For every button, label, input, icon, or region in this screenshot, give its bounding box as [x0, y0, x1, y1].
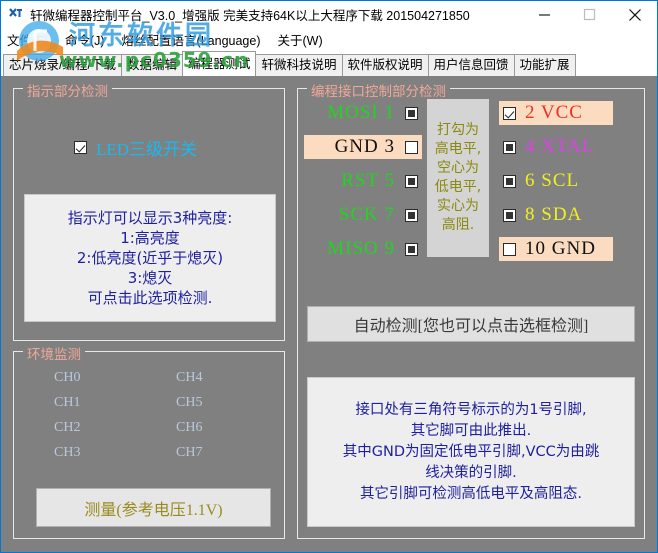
prog-info-line-5: 其它引脚可检测高低电平及高阻态. — [359, 485, 583, 502]
led-switch-checkbox[interactable] — [74, 141, 87, 154]
pin-note-line-6: 高阻. — [441, 217, 475, 233]
pin-note-line-4: 低电平, — [434, 179, 482, 195]
pin-row-miso9[interactable]: MISO 9 — [304, 237, 422, 261]
pin-checkbox-gnd10[interactable] — [503, 242, 516, 256]
close-icon — [628, 8, 641, 21]
channel-ch2: CH2 — [54, 420, 81, 435]
maximize-icon — [583, 8, 596, 21]
pin-label-sda8: 8 SDA — [525, 204, 583, 225]
tab-content-panel: 指示部分检测 LED三级开关 指示灯可以显示3种亮度: 1:高亮度 2:低亮度(… — [1, 76, 657, 552]
pin-label-xtal4: 4 XTAL — [525, 136, 595, 157]
menu-item-about[interactable]: 关于(W) — [278, 30, 323, 49]
programming-group-title: 编程接口控制部分检测 — [307, 80, 450, 100]
pin-label-gnd10: 10 GND — [525, 238, 596, 259]
measure-button[interactable]: 测量(参考电压1.1V) — [36, 488, 271, 527]
channel-ch0: CH0 — [54, 370, 81, 385]
tab-chip-burn[interactable]: 芯片烧录/编程/下载 — [3, 54, 122, 76]
tab-programmer-test[interactable]: 编程器测试 — [181, 51, 257, 76]
pin-label-sck7: SCK 7 — [338, 204, 395, 225]
pin-checkbox-vcc2[interactable] — [503, 106, 516, 120]
pin-checkbox-sda8[interactable] — [503, 208, 516, 222]
pin-label-miso9: MISO 9 — [327, 238, 395, 259]
pin-row-sda8[interactable]: 8 SDA — [499, 203, 613, 227]
minimize-button[interactable] — [522, 1, 567, 28]
pin-label-mosi1: MOSI 1 — [327, 102, 395, 123]
window-title: 轩微编程器控制平台_V3.0_增强版 完美支持64K以上大程序下载 201504… — [30, 9, 470, 23]
environment-group-title: 环境监测 — [23, 343, 85, 363]
channel-ch1: CH1 — [54, 395, 81, 410]
channel-ch5: CH5 — [176, 395, 203, 410]
pin-row-rst5[interactable]: RST 5 — [304, 169, 422, 193]
pin-note-line-5: 实心为 — [437, 198, 479, 214]
channel-ch4: CH4 — [176, 370, 203, 385]
channel-ch7: CH7 — [176, 445, 203, 460]
channel-ch6: CH6 — [176, 420, 203, 435]
tab-bar: 芯片烧录/编程/下载 数据编辑 编程器测试 轩微科技说明 软件版权说明 用户信息… — [1, 50, 657, 76]
pin-row-vcc2[interactable]: 2 VCC — [499, 101, 613, 125]
prog-info-line-1: 接口处有三角符号标示的为1号引脚, — [355, 401, 587, 418]
indicator-info-box: 指示灯可以显示3种亮度: 1:高亮度 2:低亮度(近乎于熄灭) 3:熄灭 可点击… — [24, 194, 276, 322]
pin-checkbox-mosi1[interactable] — [405, 106, 418, 120]
tab-data-edit[interactable]: 数据编辑 — [120, 54, 183, 76]
prog-info-line-2: 其它脚可由此推出. — [410, 422, 532, 439]
pin-row-xtal4[interactable]: 4 XTAL — [499, 135, 613, 159]
indicator-info-line-3: 2:低亮度(近乎于熄灭) — [76, 249, 224, 267]
pin-row-mosi1[interactable]: MOSI 1 — [304, 101, 422, 125]
title-bar: 轩微编程器控制平台_V3.0_增强版 完美支持64K以上大程序下载 201504… — [1, 1, 657, 28]
pin-label-rst5: RST 5 — [341, 170, 395, 191]
pin-note-line-3: 空心为 — [437, 160, 479, 176]
tab-tech-info[interactable]: 轩微科技说明 — [255, 54, 343, 76]
menu-bar: 文件(F) 命令(J) 熔丝配置语言(Language) 关于(W) — [1, 28, 657, 50]
led-switch-label: LED三级开关 — [96, 140, 198, 159]
prog-info-line-3: 其中GND为固定低电平引脚,VCC为由跳 — [342, 443, 600, 460]
pin-note-line-2: 高电平, — [434, 141, 482, 157]
close-button[interactable] — [612, 1, 657, 28]
indicator-detection-group: 指示部分检测 LED三级开关 指示灯可以显示3种亮度: 1:高亮度 2:低亮度(… — [13, 80, 285, 341]
pin-label-vcc2: 2 VCC — [525, 102, 583, 123]
pin-row-sck7[interactable]: SCK 7 — [304, 203, 422, 227]
indicator-info-line-4: 3:熄灭 — [127, 269, 173, 287]
indicator-info-line-1: 指示灯可以显示3种亮度: — [67, 209, 233, 227]
pin-checkbox-miso9[interactable] — [405, 242, 418, 256]
tab-user-feedback[interactable]: 用户信息回馈 — [427, 54, 515, 76]
application-window: 轩微编程器控制平台_V3.0_增强版 完美支持64K以上大程序下载 201504… — [0, 0, 658, 553]
pin-row-scl6[interactable]: 6 SCL — [499, 169, 613, 193]
tab-copyright[interactable]: 软件版权说明 — [341, 54, 429, 76]
pin-checkbox-xtal4[interactable] — [503, 140, 516, 154]
indicator-info-line-5: 可点击此选项检测. — [87, 289, 213, 307]
pin-checkbox-rst5[interactable] — [405, 174, 418, 188]
pin-legend-note: 打勾为 高电平, 空心为 低电平, 实心为 高阻. — [427, 99, 489, 257]
window-controls — [522, 1, 657, 28]
indicator-group-title: 指示部分检测 — [23, 80, 112, 100]
app-logo-icon — [6, 5, 26, 25]
programming-interface-group: 编程接口控制部分检测 MOSI 1 GND 3 RST 5 SCK 7 MISO… — [297, 80, 645, 539]
menu-item-command[interactable]: 命令(J) — [65, 30, 105, 49]
pin-checkbox-gnd3[interactable] — [405, 140, 418, 154]
pin-label-gnd3: GND 3 — [334, 136, 395, 157]
indicator-info-line-2: 1:高亮度 — [120, 229, 180, 247]
menu-item-file[interactable]: 文件(F) — [7, 30, 48, 49]
pin-row-gnd3[interactable]: GND 3 — [304, 135, 422, 159]
auto-detect-button[interactable]: 自动检测[您也可以点击选框检测] — [307, 306, 635, 342]
pin-note-line-1: 打勾为 — [437, 122, 479, 138]
maximize-button[interactable] — [567, 1, 612, 28]
led-switch-row[interactable]: LED三级开关 — [74, 135, 197, 160]
tab-extensions[interactable]: 功能扩展 — [513, 54, 576, 76]
prog-info-line-4: 线决策的引脚. — [425, 464, 517, 481]
minimize-icon — [539, 14, 550, 16]
menu-item-language[interactable]: 熔丝配置语言(Language) — [122, 30, 261, 49]
pin-label-scl6: 6 SCL — [525, 170, 580, 191]
pin-row-gnd10[interactable]: 10 GND — [499, 237, 613, 261]
pin-checkbox-scl6[interactable] — [503, 174, 516, 188]
programming-info-box: 接口处有三角符号标示的为1号引脚, 其它脚可由此推出. 其中GND为固定低电平引… — [307, 377, 635, 527]
environment-monitor-group: 环境监测 CH0 CH1 CH2 CH3 CH4 CH5 CH6 CH7 测量(… — [13, 343, 285, 539]
app-logo-glyph — [9, 7, 22, 17]
pin-checkbox-sck7[interactable] — [405, 208, 418, 222]
channel-ch3: CH3 — [54, 445, 81, 460]
